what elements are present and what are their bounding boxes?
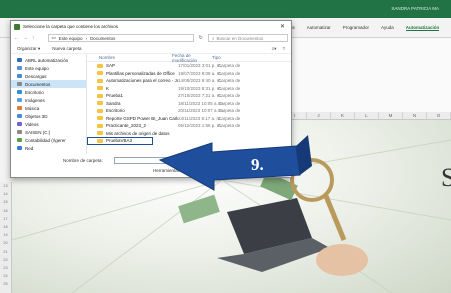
step-number: 9. [251, 155, 264, 174]
pointer-arrow-icon [158, 142, 301, 191]
step-callout [158, 135, 312, 191]
